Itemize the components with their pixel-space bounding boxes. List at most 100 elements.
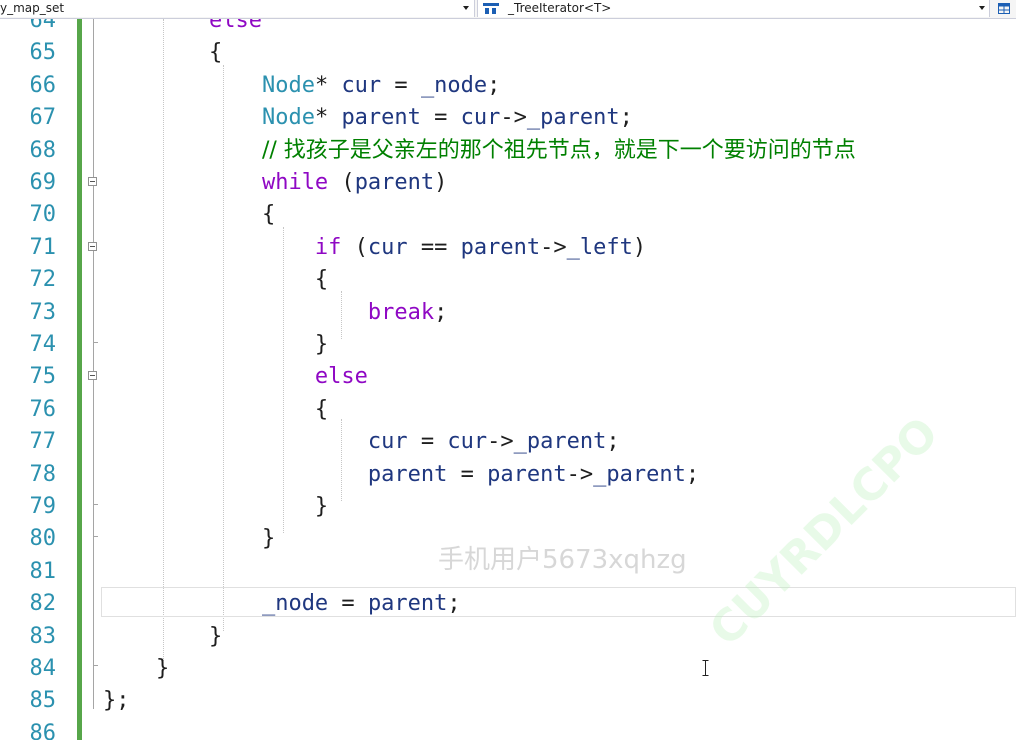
code-token: ; bbox=[487, 72, 501, 98]
line-number: 67 bbox=[29, 105, 57, 131]
code-token: ) bbox=[632, 234, 647, 260]
code-line[interactable]: { bbox=[103, 394, 328, 426]
code-token: parent bbox=[341, 105, 421, 131]
code-line[interactable]: { bbox=[103, 199, 275, 231]
line-number: 78 bbox=[29, 461, 57, 487]
code-token: if bbox=[314, 234, 342, 260]
code-line[interactable]: cur = cur->_parent; bbox=[103, 426, 620, 458]
code-token: parent bbox=[487, 461, 567, 487]
code-token: cur bbox=[341, 72, 382, 98]
code-line[interactable]: else bbox=[103, 361, 368, 393]
line-number: 81 bbox=[29, 558, 57, 584]
code-token: = bbox=[381, 72, 421, 98]
class-icon bbox=[483, 3, 499, 14]
code-line[interactable]: { bbox=[103, 37, 222, 69]
line-number: 70 bbox=[29, 202, 57, 228]
project-scope-dropdown[interactable]: y_map_set bbox=[0, 0, 475, 17]
code-token: _parent bbox=[513, 429, 607, 455]
text-cursor-icon bbox=[702, 660, 709, 676]
outline-fold-line bbox=[93, 19, 94, 709]
code-token: = bbox=[420, 105, 461, 131]
code-token: { bbox=[103, 267, 329, 293]
code-line[interactable]: } bbox=[103, 653, 169, 685]
code-editor[interactable]: 64 65 66 67 68 69 70 71 72 73 74 75 76 77 78 79 80 81 82 83… bbox=[0, 19, 1016, 740]
collapse-icon[interactable] bbox=[88, 242, 97, 251]
code-line[interactable]: } bbox=[103, 329, 328, 361]
line-number: 74 bbox=[29, 332, 57, 357]
code-token: Node bbox=[261, 105, 315, 131]
code-token: { bbox=[103, 396, 329, 422]
code-token: } bbox=[103, 656, 170, 681]
code-token: ; bbox=[606, 429, 620, 455]
line-number: 72 bbox=[29, 267, 57, 293]
line-number: 86 bbox=[29, 720, 57, 740]
code-line[interactable]: while (parent) bbox=[103, 167, 447, 199]
code-token: ( bbox=[328, 170, 355, 195]
code-token: = bbox=[447, 461, 488, 487]
code-token: else bbox=[314, 364, 368, 390]
code-line[interactable]: { bbox=[103, 264, 328, 296]
code-line[interactable]: Node* cur = _node; bbox=[103, 70, 500, 102]
code-line[interactable]: break; bbox=[103, 297, 447, 329]
code-token: break bbox=[367, 299, 435, 325]
code-token: parent bbox=[460, 234, 541, 260]
code-token: parent bbox=[354, 170, 435, 195]
code-token: = bbox=[328, 591, 368, 617]
code-token: cur bbox=[367, 234, 408, 260]
line-number: 64 bbox=[29, 19, 57, 33]
line-number: 69 bbox=[29, 170, 57, 195]
code-line[interactable]: Node* parent = cur->_parent; bbox=[103, 102, 633, 134]
type-scope-dropdown[interactable]: _TreeIterator<T> bbox=[477, 0, 990, 17]
code-token: _left bbox=[566, 234, 633, 260]
code-line[interactable]: }; bbox=[103, 685, 130, 717]
code-token: while bbox=[261, 170, 329, 195]
type-scope-label: _TreeIterator<T> bbox=[508, 1, 612, 15]
code-token: // 找孩子是父亲左的那个祖先节点，就是下一个要访问的节点 bbox=[261, 137, 856, 163]
code-line[interactable]: } bbox=[103, 523, 275, 555]
code-line[interactable]: _node = parent; bbox=[103, 588, 461, 620]
code-token: ; bbox=[685, 461, 700, 487]
chevron-down-icon[interactable] bbox=[463, 6, 469, 10]
split-editor-button[interactable] bbox=[992, 0, 1016, 17]
code-token: -> bbox=[540, 234, 567, 260]
line-number: 76 bbox=[29, 396, 57, 422]
code-line[interactable]: } bbox=[103, 491, 328, 523]
code-token: _parent bbox=[526, 105, 620, 131]
code-line[interactable]: if (cur == parent->_left) bbox=[103, 232, 646, 264]
code-line[interactable]: else bbox=[103, 19, 262, 37]
line-number: 79 bbox=[29, 494, 57, 519]
line-number: 80 bbox=[29, 526, 57, 552]
code-token: _parent bbox=[593, 461, 686, 487]
navigation-bar: y_map_set _TreeIterator<T> bbox=[0, 0, 1016, 19]
code-line[interactable]: } bbox=[103, 621, 222, 653]
code-token: { bbox=[103, 202, 276, 228]
line-number: 84 bbox=[29, 656, 57, 681]
code-token: ; bbox=[619, 105, 633, 131]
chevron-down-icon[interactable] bbox=[979, 6, 985, 10]
code-line[interactable]: parent = parent->_parent; bbox=[103, 459, 699, 491]
line-number: 73 bbox=[29, 299, 57, 325]
code-token: else bbox=[208, 19, 262, 33]
line-number: 66 bbox=[29, 72, 57, 98]
code-token: cur bbox=[460, 105, 501, 131]
collapse-icon[interactable] bbox=[88, 177, 97, 186]
code-token: ; bbox=[434, 299, 448, 325]
code-token: -> bbox=[566, 461, 594, 487]
line-number: 75 bbox=[29, 364, 57, 390]
line-number: 82 bbox=[29, 591, 57, 617]
collapse-icon[interactable] bbox=[88, 371, 97, 380]
code-token: _node bbox=[261, 591, 329, 617]
line-number: 68 bbox=[29, 137, 57, 163]
code-line[interactable]: // 找孩子是父亲左的那个祖先节点，就是下一个要访问的节点 bbox=[103, 135, 856, 167]
code-token: ( bbox=[341, 234, 368, 260]
code-token: -> bbox=[500, 105, 527, 131]
